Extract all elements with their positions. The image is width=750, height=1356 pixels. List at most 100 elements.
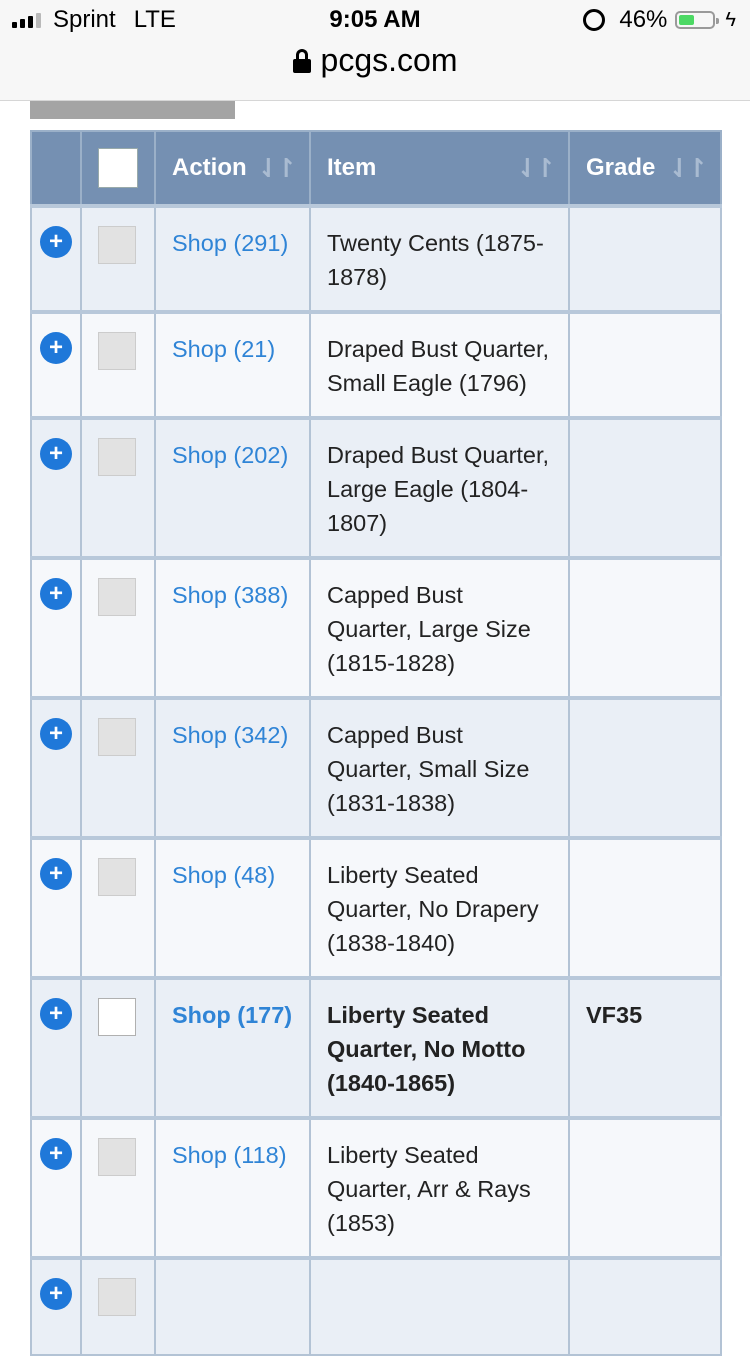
coin-results-table: Action ⇃↾ Item ⇃↾ Grade ⇃↾ + Shop (291) … xyxy=(30,130,722,1356)
row-checkbox[interactable] xyxy=(98,858,136,896)
action-cell: Shop (118) xyxy=(154,1116,311,1259)
shop-link[interactable]: Shop (21) xyxy=(172,336,275,362)
action-cell: Shop (21) xyxy=(154,310,311,419)
item-name: Liberty Seated Quarter, Arr & Rays (1853… xyxy=(327,1142,531,1236)
expand-cell: + xyxy=(30,976,82,1119)
select-cell xyxy=(80,556,156,699)
item-name: Twenty Cents (1875-1878) xyxy=(327,230,544,290)
grade-column-header[interactable]: Grade ⇃↾ xyxy=(568,130,722,207)
item-cell: Draped Bust Quarter, Large Eagle (1804-1… xyxy=(309,416,570,559)
action-header-label: Action xyxy=(172,154,247,181)
ios-status-bar: Sprint LTE 9:05 AM 46% ϟ pcgs.com xyxy=(0,0,750,101)
item-cell: Capped Bust Quarter, Small Size (1831-18… xyxy=(309,696,570,839)
table-row: + Shop (202) Draped Bust Quarter, Large Ea… xyxy=(30,416,722,559)
expand-row-icon[interactable]: + xyxy=(40,332,72,364)
grade-header-label: Grade xyxy=(586,154,656,181)
select-cell xyxy=(80,696,156,839)
grade-cell xyxy=(568,696,722,839)
expand-cell: + xyxy=(30,696,82,839)
expand-row-icon[interactable]: + xyxy=(40,998,72,1030)
battery-icon xyxy=(675,11,720,29)
shop-link[interactable]: Shop (388) xyxy=(172,582,288,608)
table-row: + Shop (342) Capped Bust Quarter, Small Si… xyxy=(30,696,722,839)
expand-row-icon[interactable]: + xyxy=(40,226,72,258)
item-column-header[interactable]: Item ⇃↾ xyxy=(309,130,570,207)
shop-link[interactable]: Shop (342) xyxy=(172,722,288,748)
table-row: + Shop (118) Liberty Seated Quarter, Arr &… xyxy=(30,1116,722,1259)
table-row: + Shop (177) Liberty Seated Quarter, No Mo… xyxy=(30,976,722,1119)
expand-cell: + xyxy=(30,836,82,979)
row-checkbox[interactable] xyxy=(98,332,136,370)
grade-value xyxy=(570,314,720,348)
grade-value: VF35 xyxy=(586,1002,643,1028)
row-checkbox[interactable] xyxy=(98,578,136,616)
expand-column-header xyxy=(30,130,82,207)
expand-cell: + xyxy=(30,416,82,559)
shop-link[interactable]: Shop (48) xyxy=(172,862,275,888)
table-body: + Shop (291) Twenty Cents (1875-1878) + Shop… xyxy=(30,204,722,1356)
grade-cell xyxy=(568,416,722,559)
item-cell: Draped Bust Quarter, Small Eagle (1796) xyxy=(309,310,570,419)
action-cell: Shop (388) xyxy=(154,556,311,699)
sort-icon[interactable]: ⇃↾ xyxy=(516,153,556,184)
shop-link[interactable]: Shop (118) xyxy=(172,1142,287,1168)
grade-value xyxy=(570,560,720,594)
expand-row-icon[interactable]: + xyxy=(40,438,72,470)
action-cell xyxy=(154,1256,311,1356)
item-name: Liberty Seated Quarter, No Drapery (1838… xyxy=(327,862,539,956)
action-cell: Shop (177) xyxy=(154,976,311,1119)
select-column-header xyxy=(80,130,156,207)
select-cell xyxy=(80,310,156,419)
expand-cell: + xyxy=(30,1116,82,1259)
status-indicators: 46% ϟ xyxy=(583,6,736,34)
row-checkbox[interactable] xyxy=(98,1278,136,1316)
select-cell xyxy=(80,416,156,559)
table-header-row: Action ⇃↾ Item ⇃↾ Grade ⇃↾ xyxy=(30,130,722,207)
item-header-label: Item xyxy=(327,154,377,181)
battery-percent: 46% xyxy=(619,6,668,33)
table-row-partial: + xyxy=(30,1256,722,1356)
table-row: + Shop (48) Liberty Seated Quarter, No Dra… xyxy=(30,836,722,979)
select-cell xyxy=(80,1116,156,1259)
action-column-header[interactable]: Action ⇃↾ xyxy=(154,130,311,207)
expand-row-icon[interactable]: + xyxy=(40,718,72,750)
url-text: pcgs.com xyxy=(320,42,458,78)
row-checkbox[interactable] xyxy=(98,1138,136,1176)
sort-icon[interactable]: ⇃↾ xyxy=(257,153,297,184)
action-cell: Shop (202) xyxy=(154,416,311,559)
item-name: Capped Bust Quarter, Large Size (1815-18… xyxy=(327,582,531,676)
item-name: Draped Bust Quarter, Small Eagle (1796) xyxy=(327,336,550,396)
row-checkbox[interactable] xyxy=(98,718,136,756)
row-checkbox[interactable] xyxy=(98,998,136,1036)
grade-cell: VF35 xyxy=(568,976,722,1119)
charging-icon: ϟ xyxy=(725,8,736,31)
expand-cell: + xyxy=(30,556,82,699)
expand-row-icon[interactable]: + xyxy=(40,858,72,890)
grade-cell xyxy=(568,1256,722,1356)
select-cell xyxy=(80,836,156,979)
item-cell: Liberty Seated Quarter, No Drapery (1838… xyxy=(309,836,570,979)
row-checkbox[interactable] xyxy=(98,438,136,476)
row-checkbox[interactable] xyxy=(98,226,136,264)
scroll-remnant-bar xyxy=(30,101,235,119)
lock-icon xyxy=(292,48,311,73)
expand-row-icon[interactable]: + xyxy=(40,578,72,610)
shop-link[interactable]: Shop (291) xyxy=(172,230,288,256)
table-row: + Shop (21) Draped Bust Quarter, Small Eag… xyxy=(30,310,722,419)
grade-cell xyxy=(568,310,722,419)
expand-row-icon[interactable]: + xyxy=(40,1138,72,1170)
select-all-checkbox[interactable] xyxy=(98,148,138,188)
grade-value xyxy=(570,700,720,734)
table-row: + Shop (388) Capped Bust Quarter, Large Si… xyxy=(30,556,722,699)
item-name: Liberty Seated Quarter, No Motto (1840-1… xyxy=(327,1002,526,1096)
grade-cell xyxy=(568,1116,722,1259)
shop-link[interactable]: Shop (177) xyxy=(172,1002,292,1028)
shop-link[interactable]: Shop (202) xyxy=(172,442,288,468)
sort-icon[interactable]: ⇃↾ xyxy=(668,153,708,184)
expand-row-icon[interactable]: + xyxy=(40,1278,72,1310)
action-cell: Shop (291) xyxy=(154,204,311,313)
action-cell: Shop (48) xyxy=(154,836,311,979)
grade-value xyxy=(570,840,720,874)
select-cell xyxy=(80,1256,156,1356)
address-bar[interactable]: pcgs.com xyxy=(0,42,750,79)
